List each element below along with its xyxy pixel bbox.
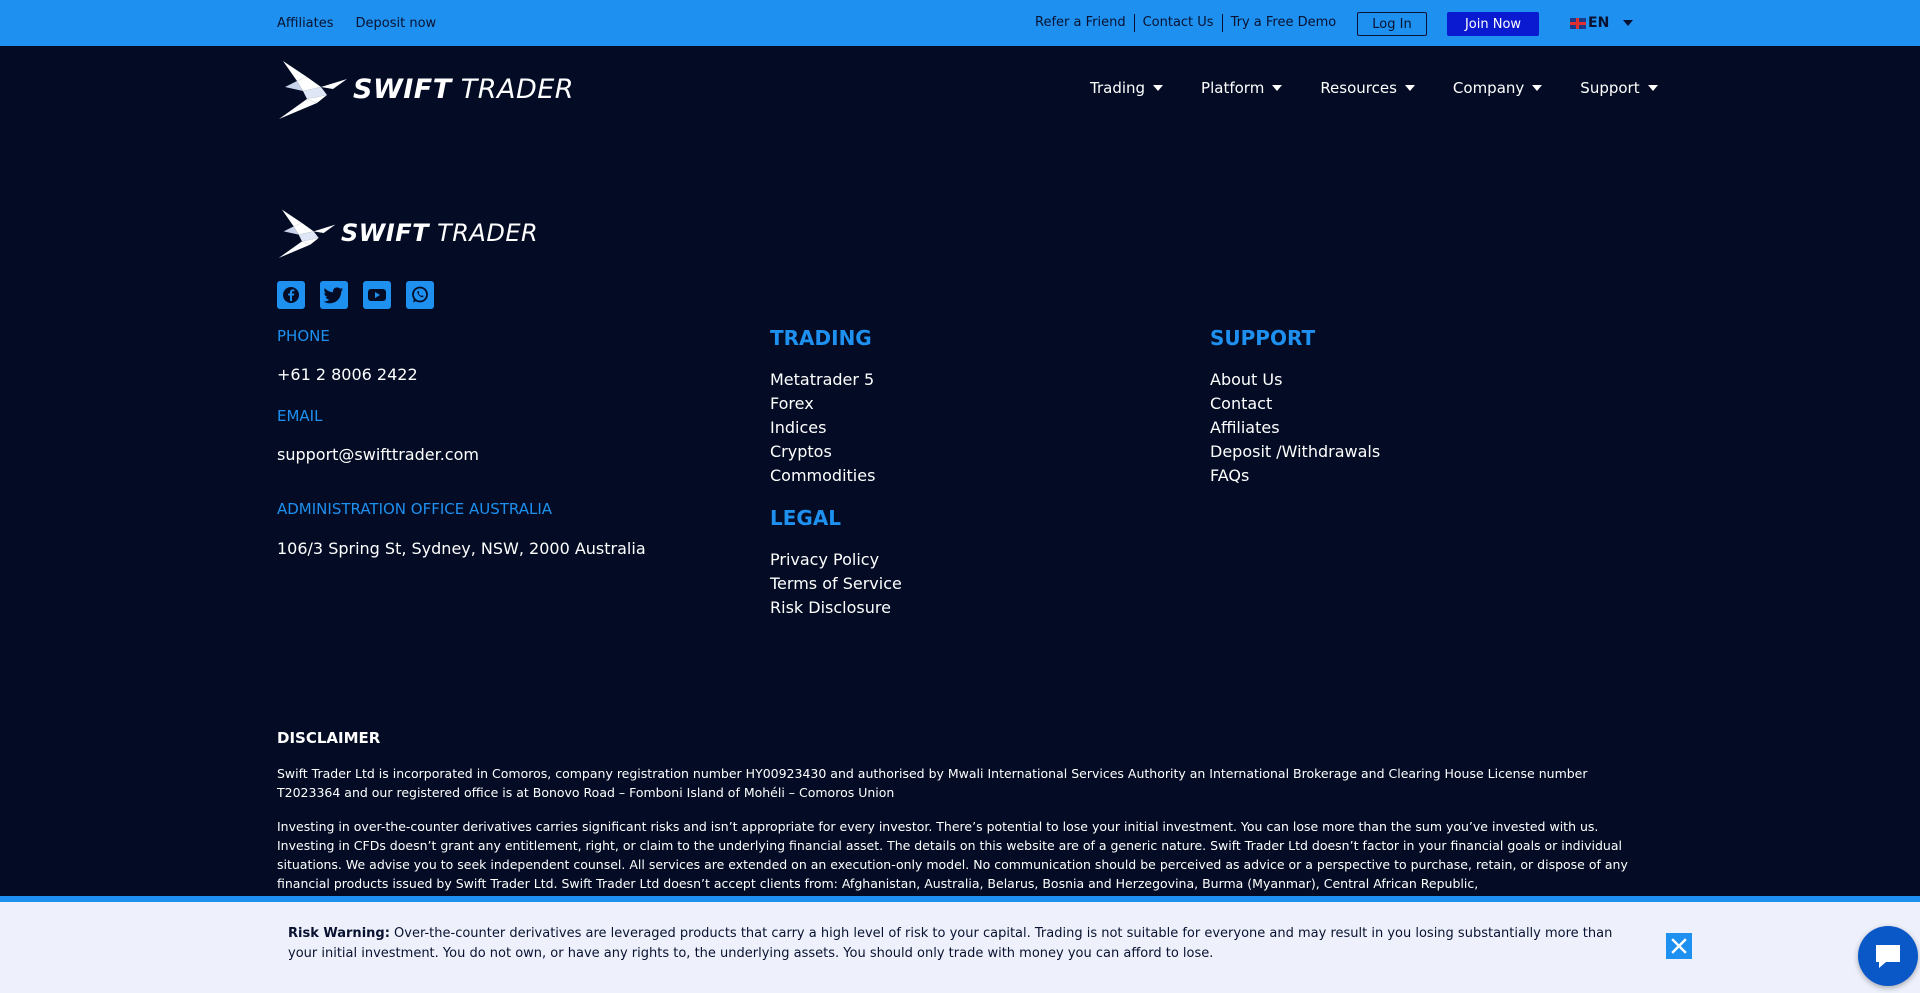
language-selector[interactable]: EN bbox=[1570, 12, 1634, 34]
risk-warning-bar: Risk Warning: Over-the-counter derivativ… bbox=[0, 896, 1920, 993]
footer-link-deposit-withdrawals[interactable]: Deposit /Withdrawals bbox=[1210, 440, 1380, 464]
nav-support[interactable]: Support bbox=[1580, 76, 1658, 100]
disclaimer-paragraph-company: Swift Trader Ltd is incorporated in Como… bbox=[277, 766, 1588, 800]
bird-logo-icon bbox=[279, 61, 347, 119]
office-address: 106/3 Spring St, Sydney, NSW, 2000 Austr… bbox=[277, 539, 646, 558]
risk-warning-text: Risk Warning: Over-the-counter derivativ… bbox=[288, 926, 1613, 961]
risk-warning-label: Risk Warning: bbox=[288, 926, 390, 941]
legal-links: Privacy Policy Terms of Service Risk Dis… bbox=[770, 548, 902, 620]
phone-number[interactable]: +61 2 8006 2422 bbox=[277, 365, 418, 384]
chevron-down-icon bbox=[1623, 20, 1634, 26]
header-logo[interactable]: SWIFT TRADER bbox=[277, 57, 574, 121]
whatsapp-icon[interactable] bbox=[406, 281, 434, 309]
youtube-icon[interactable] bbox=[363, 281, 391, 309]
footer-logo[interactable]: SWIFT TRADER bbox=[277, 205, 538, 261]
footer-link-metatrader-5[interactable]: Metatrader 5 bbox=[770, 368, 875, 392]
nav-company[interactable]: Company bbox=[1453, 76, 1543, 100]
nav-trading[interactable]: Trading bbox=[1090, 76, 1164, 100]
refer-a-friend-link[interactable]: Refer a Friend bbox=[1035, 14, 1135, 32]
nav-platform[interactable]: Platform bbox=[1201, 76, 1283, 100]
deposit-now-link[interactable]: Deposit now bbox=[356, 16, 437, 31]
footer-link-forex[interactable]: Forex bbox=[770, 392, 875, 416]
footer-link-affiliates[interactable]: Affiliates bbox=[1210, 416, 1380, 440]
trading-links: Metatrader 5 Forex Indices Cryptos Commo… bbox=[770, 368, 875, 488]
contact-us-link[interactable]: Contact Us bbox=[1135, 14, 1223, 32]
email-address[interactable]: support@swifttrader.com bbox=[277, 445, 479, 464]
footer-link-commodities[interactable]: Commodities bbox=[770, 464, 875, 488]
chat-bubble-icon bbox=[1876, 945, 1900, 968]
bird-logo-icon bbox=[278, 209, 336, 258]
footer-link-faqs[interactable]: FAQs bbox=[1210, 464, 1380, 488]
top-bar: Affiliates Deposit now Refer a Friend Co… bbox=[0, 0, 1920, 46]
affiliates-link[interactable]: Affiliates bbox=[277, 16, 334, 31]
footer-link-contact[interactable]: Contact bbox=[1210, 392, 1380, 416]
main-nav: Trading Platform Resources Company Suppo… bbox=[1090, 76, 1658, 100]
language-label: EN bbox=[1588, 15, 1610, 31]
social-links bbox=[277, 281, 449, 309]
legal-heading: LEGAL bbox=[770, 506, 842, 530]
facebook-icon[interactable] bbox=[277, 281, 305, 309]
uk-flag-icon bbox=[1570, 17, 1586, 29]
footer-link-risk-disclosure[interactable]: Risk Disclosure bbox=[770, 596, 902, 620]
footer-link-privacy-policy[interactable]: Privacy Policy bbox=[770, 548, 902, 572]
login-button[interactable]: Log In bbox=[1357, 12, 1427, 36]
trading-heading: TRADING bbox=[770, 326, 872, 350]
chevron-down-icon bbox=[1153, 85, 1164, 91]
footer-link-cryptos[interactable]: Cryptos bbox=[770, 440, 875, 464]
disclaimer-heading: DISCLAIMER bbox=[277, 729, 381, 747]
office-label: ADMINISTRATION OFFICE AUSTRALIA bbox=[277, 500, 553, 518]
chevron-down-icon bbox=[1647, 85, 1658, 91]
footer-link-terms-of-service[interactable]: Terms of Service bbox=[770, 572, 902, 596]
email-label: EMAIL bbox=[277, 407, 323, 425]
footer-logo-wordmark: SWIFT TRADER bbox=[341, 219, 539, 247]
join-now-button[interactable]: Join Now bbox=[1447, 12, 1539, 36]
support-heading: SUPPORT bbox=[1210, 326, 1316, 350]
nav-resources[interactable]: Resources bbox=[1320, 76, 1415, 100]
phone-label: PHONE bbox=[277, 327, 330, 345]
disclaimer-paragraph-risk: Investing in over-the-counter derivative… bbox=[277, 819, 1628, 891]
top-bar-right-links: Refer a Friend Contact Us Try a Free Dem… bbox=[1035, 0, 1344, 46]
footer-link-about-us[interactable]: About Us bbox=[1210, 368, 1380, 392]
header-logo-wordmark: SWIFT TRADER bbox=[353, 73, 575, 105]
footer-link-indices[interactable]: Indices bbox=[770, 416, 875, 440]
twitter-icon[interactable] bbox=[320, 281, 348, 309]
chat-widget-button[interactable] bbox=[1858, 926, 1918, 986]
support-links: About Us Contact Affiliates Deposit /Wit… bbox=[1210, 368, 1380, 488]
top-bar-left-links: Affiliates Deposit now bbox=[277, 0, 458, 46]
chevron-down-icon bbox=[1532, 85, 1543, 91]
chevron-down-icon bbox=[1272, 85, 1283, 91]
free-demo-link[interactable]: Try a Free Demo bbox=[1223, 14, 1345, 32]
chevron-down-icon bbox=[1404, 85, 1415, 91]
close-icon[interactable] bbox=[1666, 933, 1692, 959]
